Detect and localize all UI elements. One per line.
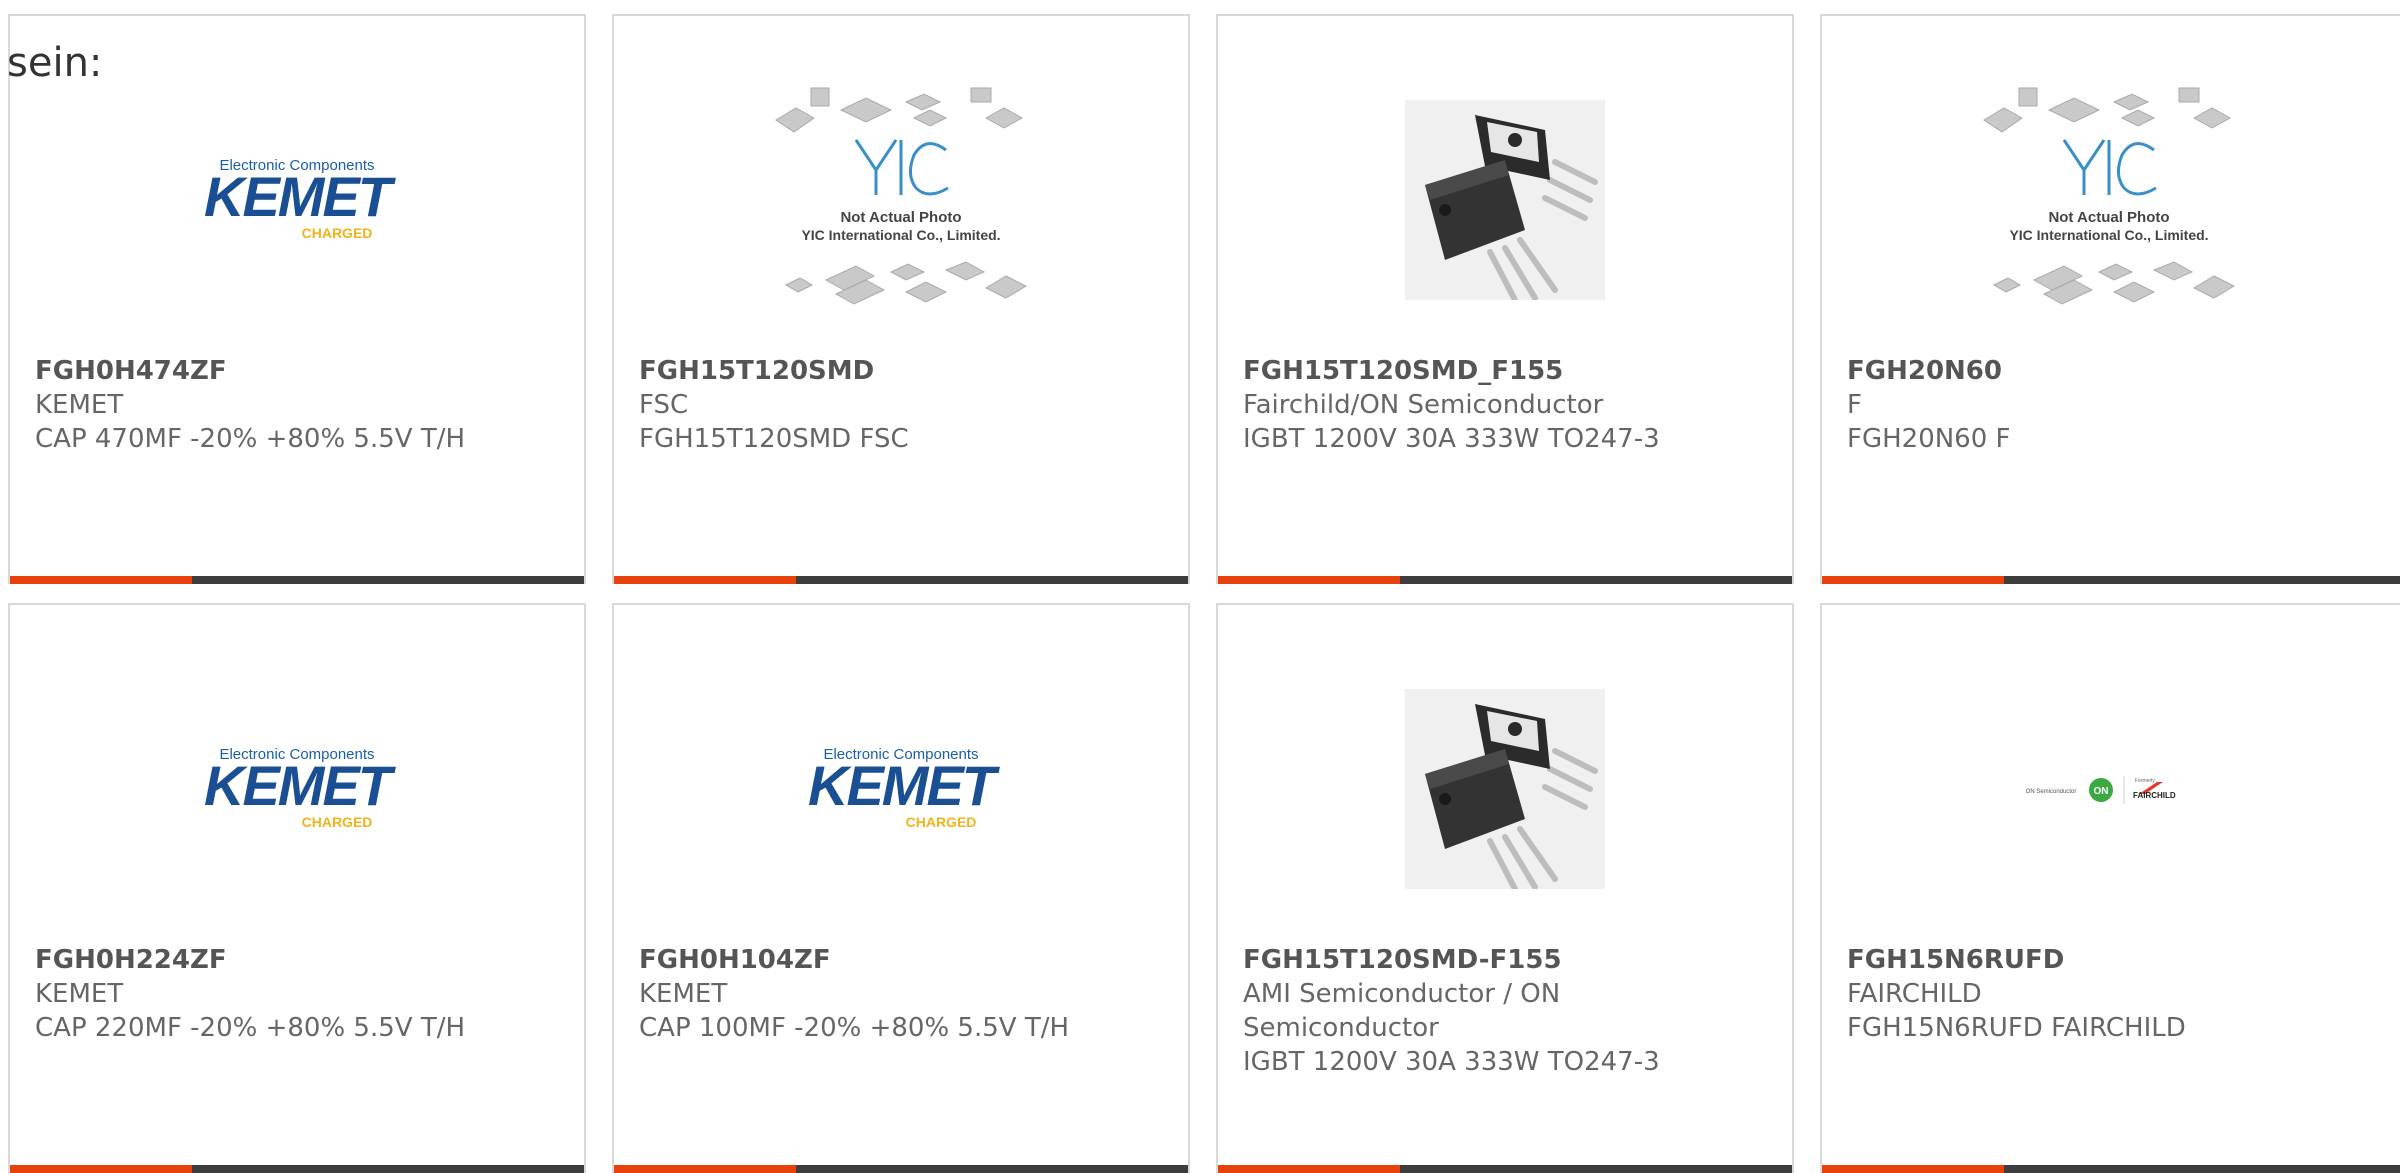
part-number-link[interactable]: FGH15T120SMD — [639, 354, 1168, 388]
svg-text:CHARGED: CHARGED — [302, 814, 373, 830]
product-image[interactable] — [1218, 667, 1792, 911]
svg-text:Formerly: Formerly — [2135, 778, 2155, 784]
card-bottom-bar — [614, 1165, 1188, 1173]
svg-text:Not Actual Photo: Not Actual Photo — [2048, 209, 2169, 226]
description: IGBT 1200V 30A 333W TO247-3 — [1243, 1047, 1660, 1077]
product-card[interactable]: Not Actual Photo YIC International Co., … — [1820, 14, 2400, 584]
svg-text:ON: ON — [2094, 786, 2109, 797]
product-card[interactable]: ON Semiconductor ON Formerly FAIRCHILD F… — [1820, 603, 2400, 1173]
product-image[interactable]: Electronic Components KEMET CHARGED — [10, 667, 584, 911]
card-bottom-bar — [614, 576, 1188, 584]
product-image[interactable]: Electronic Components KEMET CHARGED — [614, 667, 1188, 911]
part-number-link[interactable]: FGH15T120SMD-F155 — [1243, 943, 1772, 977]
card-accent — [1218, 576, 1400, 584]
to247-transistor-photo — [1405, 100, 1605, 300]
intro-text: sein: — [7, 40, 103, 86]
manufacturer: KEMET — [35, 390, 124, 420]
part-number-link[interactable]: FGH0H104ZF — [639, 943, 1168, 977]
product-image[interactable] — [1218, 78, 1792, 322]
svg-text:FAIRCHILD: FAIRCHILD — [2133, 791, 2176, 800]
product-card[interactable]: Not Actual Photo YIC International Co., … — [612, 14, 1190, 584]
description: CAP 100MF -20% +80% 5.5V T/H — [639, 1013, 1070, 1043]
svg-text:KEMET: KEMET — [204, 165, 397, 228]
description: IGBT 1200V 30A 333W TO247-3 — [1243, 424, 1660, 454]
product-card[interactable]: FGH15T120SMD-F155 AMI Semiconductor / ON… — [1216, 603, 1794, 1173]
card-accent — [1822, 1165, 2004, 1173]
card-accent — [10, 1165, 192, 1173]
product-image[interactable]: Not Actual Photo YIC International Co., … — [614, 78, 1188, 322]
card-bottom-bar — [1218, 576, 1792, 584]
to247-transistor-photo — [1405, 689, 1605, 889]
manufacturer: Fairchild/ON Semiconductor — [1243, 390, 1604, 420]
product-image[interactable]: Not Actual Photo YIC International Co., … — [1822, 78, 2396, 322]
part-number-link[interactable]: FGH20N60 — [1847, 354, 2388, 388]
product-card[interactable]: FGH15T120SMD_F155 Fairchild/ON Semicondu… — [1216, 14, 1794, 584]
onsemi-fairchild-logo: ON Semiconductor ON Formerly FAIRCHILD — [2026, 776, 2176, 804]
manufacturer: KEMET — [639, 979, 728, 1009]
card-bottom-bar — [10, 1165, 584, 1173]
svg-text:CHARGED: CHARGED — [302, 225, 373, 241]
card-bottom-bar — [10, 576, 584, 584]
manufacturer: FSC — [639, 390, 689, 420]
kemet-logo: Electronic Components KEMET CHARGED — [204, 157, 399, 241]
description: CAP 220MF -20% +80% 5.5V T/H — [35, 1013, 466, 1043]
card-accent — [614, 1165, 796, 1173]
part-number-link[interactable]: FGH0H474ZF — [35, 354, 564, 388]
svg-text:ON Semiconductor: ON Semiconductor — [2026, 789, 2077, 795]
svg-text:YIC International Co., Limited: YIC International Co., Limited. — [2009, 227, 2208, 243]
part-number-link[interactable]: FGH15T120SMD_F155 — [1243, 354, 1772, 388]
card-accent — [1822, 576, 2004, 584]
product-card[interactable]: Electronic Components KEMET CHARGED FGH0… — [612, 603, 1190, 1173]
product-card[interactable]: Electronic Components KEMET CHARGED FGH0… — [8, 14, 586, 584]
yic-placeholder-image: Not Actual Photo YIC International Co., … — [1983, 87, 2236, 305]
product-image[interactable]: ON Semiconductor ON Formerly FAIRCHILD — [1822, 667, 2396, 911]
card-accent — [614, 576, 796, 584]
manufacturer: FAIRCHILD — [1847, 979, 1982, 1009]
card-bottom-bar — [1822, 1165, 2400, 1173]
part-number-link[interactable]: FGH0H224ZF — [35, 943, 564, 977]
svg-text:CHARGED: CHARGED — [906, 814, 977, 830]
product-card[interactable]: Electronic Components KEMET CHARGED FGH0… — [8, 603, 586, 1173]
card-bottom-bar — [1218, 1165, 1792, 1173]
manufacturer: AMI Semiconductor / ON Semiconductor — [1243, 979, 1561, 1043]
card-bottom-bar — [1822, 576, 2400, 584]
manufacturer: F — [1847, 390, 1862, 420]
description: FGH15N6RUFD FAIRCHILD — [1847, 1013, 2186, 1043]
kemet-logo: Electronic Components KEMET CHARGED — [808, 746, 1003, 830]
svg-text:KEMET: KEMET — [808, 754, 1001, 817]
kemet-logo: Electronic Components KEMET CHARGED — [204, 746, 399, 830]
part-number-link[interactable]: FGH15N6RUFD — [1847, 943, 2388, 977]
svg-text:YIC International Co., Limited: YIC International Co., Limited. — [801, 227, 1000, 243]
svg-text:Not Actual Photo: Not Actual Photo — [840, 209, 961, 226]
description: FGH20N60 F — [1847, 424, 2011, 454]
svg-text:KEMET: KEMET — [204, 754, 397, 817]
card-accent — [10, 576, 192, 584]
manufacturer: KEMET — [35, 979, 124, 1009]
product-image[interactable]: Electronic Components KEMET CHARGED — [10, 78, 584, 322]
yic-placeholder-image: Not Actual Photo YIC International Co., … — [775, 87, 1028, 305]
description: FGH15T120SMD FSC — [639, 424, 909, 454]
card-accent — [1218, 1165, 1400, 1173]
description: CAP 470MF -20% +80% 5.5V T/H — [35, 424, 466, 454]
